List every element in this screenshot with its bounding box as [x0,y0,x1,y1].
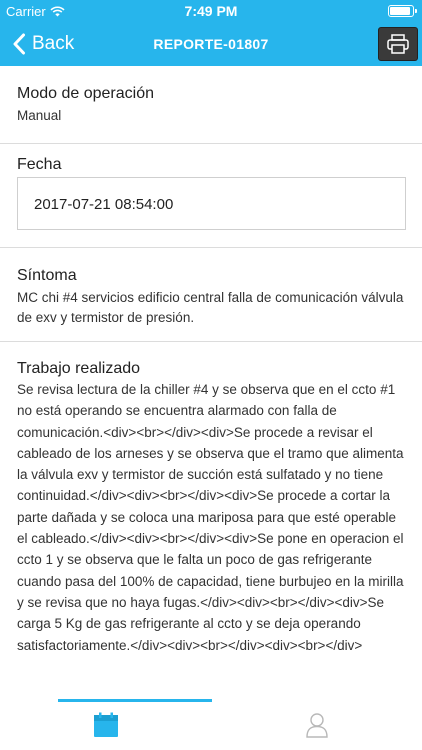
tab-bar [0,699,422,750]
status-bar: Carrier 7:49 PM [0,0,422,22]
tab-user[interactable] [211,700,422,750]
fecha-field[interactable]: 2017-07-21 08:54:00 [17,177,406,230]
fecha-title: Fecha [17,156,62,173]
sintoma-title: Síntoma [17,267,77,284]
status-time: 7:49 PM [184,3,238,19]
print-button[interactable] [378,27,418,61]
section-trabajo-realizado: Trabajo realizado Se revisa lectura de l… [0,342,422,656]
section-sintoma: Síntoma MC chi #4 servicios edificio cen… [0,248,422,342]
modo-value: Manual [17,108,62,123]
section-fecha: Fecha 2017-07-21 08:54:00 [0,144,422,248]
calendar-icon [93,712,118,737]
navigation-bar: Back REPORTE-01807 [0,22,422,66]
section-modo-operacion: Modo de operación Manual [0,66,422,144]
trabajo-value: Se revisa lectura de la chiller #4 y se … [17,382,404,653]
user-icon [305,713,328,738]
sintoma-value: MC chi #4 servicios edificio central fal… [17,290,404,325]
report-content: Modo de operación Manual Fecha 2017-07-2… [0,66,422,656]
trabajo-title: Trabajo realizado [17,360,141,377]
tab-calendar[interactable] [0,700,211,750]
printer-icon [387,34,409,54]
modo-title: Modo de operación [17,85,154,102]
page-title: REPORTE-01807 [153,36,269,52]
battery-icon [388,5,417,17]
